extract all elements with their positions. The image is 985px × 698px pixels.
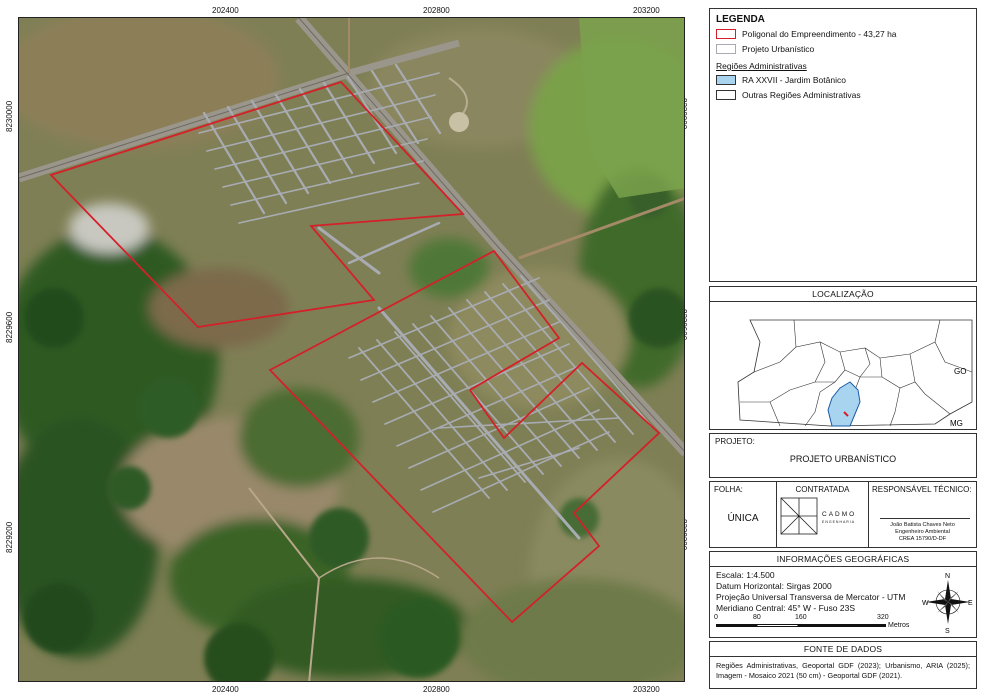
location-map: GO MG — [737, 319, 973, 428]
regions-title: Regiões Administrativas — [716, 61, 807, 71]
legend-item-polygon: Poligonal do Empreendimento - 43,27 ha — [716, 28, 970, 40]
legend-item-label: Poligonal do Empreendimento - 43,27 ha — [742, 29, 897, 39]
credits-panel: FOLHA: ÚNICA CONTRATADA CADMO ENGENHARIA… — [709, 481, 977, 548]
cadmo-logo-icon — [780, 497, 818, 535]
scale-tick-label: 80 — [753, 614, 761, 621]
scale-tick-label: 320 — [877, 614, 889, 621]
legend-item-ra27: RA XXVII - Jardim Botânico — [716, 74, 970, 86]
legend-panel: LEGENDA Poligonal do Empreendimento - 43… — [709, 8, 977, 282]
scale-unit: Metros — [888, 622, 910, 629]
map-canvas — [19, 18, 684, 681]
project-label: PROJETO: — [715, 437, 755, 446]
compass-e: E — [968, 600, 973, 607]
technician-name: João Batista Chaves Neto — [890, 522, 955, 528]
scale-tick-label: 0 — [714, 614, 718, 621]
technician-title: Engenheiro Ambiental — [895, 528, 950, 535]
project-panel: PROJETO: PROJETO URBANÍSTICO — [709, 433, 977, 478]
scale-bar-graphic — [716, 624, 886, 627]
technician-label: RESPONSÁVEL TÉCNICO: — [872, 485, 972, 494]
top-tick-1: 202400 — [212, 6, 239, 15]
polygon-swatch — [716, 29, 736, 39]
ra27-swatch — [716, 75, 736, 85]
legend-item-other-ra: Outras Regiões Administrativas — [716, 89, 970, 101]
left-tick-2: 8229600 — [5, 311, 14, 343]
legend-item-label: RA XXVII - Jardim Botânico — [742, 75, 846, 85]
cadmo-brand: CADMO — [822, 511, 857, 518]
geo-info-panel: INFORMAÇÕES GEOGRÁFICAS Escala: 1:4.500 … — [709, 551, 977, 638]
signature-line — [880, 518, 970, 519]
left-tick-1: 8230000 — [5, 100, 14, 132]
location-label-go: GO — [954, 367, 966, 376]
location-title: LOCALIZAÇÃO — [710, 287, 976, 302]
other-ra-swatch — [716, 90, 736, 100]
bottom-tick-2: 202800 — [423, 685, 450, 694]
top-tick-3: 203200 — [633, 6, 660, 15]
sources-title: FONTE DE DADOS — [710, 642, 976, 657]
urban-swatch — [716, 44, 736, 54]
technician-info: João Batista Chaves Neto Engenheiro Ambi… — [869, 522, 976, 543]
left-tick-3: 8229200 — [5, 521, 14, 553]
technician-registration: CREA 15790/D-DF — [898, 535, 947, 542]
contractor-label: CONTRATADA — [795, 485, 850, 494]
sheet-label: FOLHA: — [714, 485, 743, 494]
project-value: PROJETO URBANÍSTICO — [789, 454, 897, 464]
compass-w: W — [922, 600, 929, 607]
geo-info-title: INFORMAÇÕES GEOGRÁFICAS — [710, 552, 976, 567]
sources-text: Regiões Administrativas, Geoportal GDF (… — [716, 661, 970, 680]
location-label-mg: MG — [950, 419, 963, 428]
scale-tick-label: 160 — [795, 614, 807, 621]
sheet-value: ÚNICA — [727, 513, 759, 524]
legend-item-urban: Projeto Urbanístico — [716, 43, 970, 55]
legend-item-label: Outras Regiões Administrativas — [742, 90, 861, 100]
location-panel: LOCALIZAÇÃO GO MG — [709, 286, 977, 430]
bottom-tick-1: 202400 — [212, 685, 239, 694]
bottom-tick-3: 203200 — [633, 685, 660, 694]
scale-bar: 0 80 160 320 Metros — [714, 614, 916, 634]
cadmo-brand-sub: ENGENHARIA — [822, 520, 856, 524]
sources-panel: FONTE DE DADOS Regiões Administrativas, … — [709, 641, 977, 689]
map-frame: 202400 202800 203200 202400 202800 20320… — [0, 0, 700, 698]
compass-rose-icon: N S E W — [922, 573, 973, 634]
top-tick-2: 202800 — [423, 6, 450, 15]
compass-n: N — [945, 573, 950, 580]
legend-item-label: Projeto Urbanístico — [742, 44, 815, 54]
satellite-map[interactable] — [18, 17, 685, 682]
compass-s: S — [945, 628, 950, 634]
legend-title: LEGENDA — [716, 14, 765, 25]
